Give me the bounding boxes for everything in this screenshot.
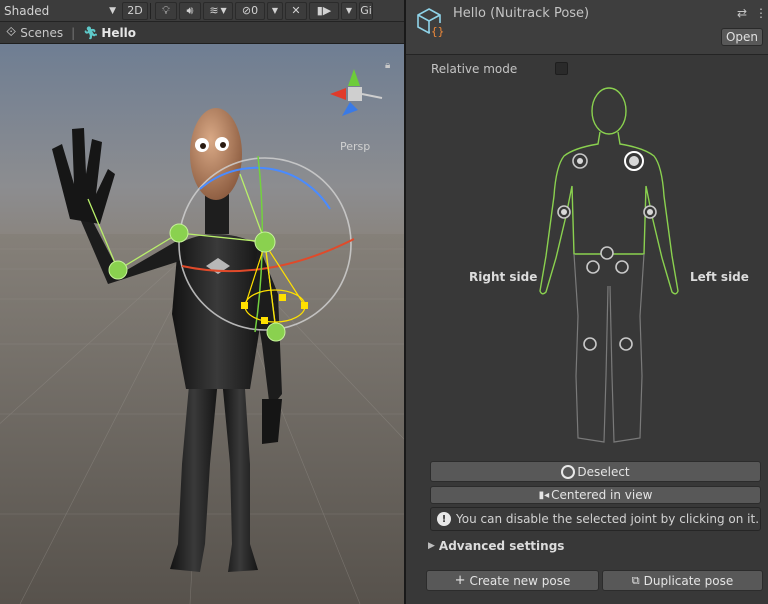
hint-box: ! You can disable the selected joint by … bbox=[430, 507, 761, 531]
visibility-dropdown[interactable]: ▼ bbox=[267, 1, 283, 20]
joint-left-hip bbox=[615, 260, 629, 274]
speaker-icon: 🔊︎ bbox=[186, 3, 194, 17]
chevron-down-icon: ▼ bbox=[271, 6, 279, 15]
scene-visibility-toggle[interactable]: ⊘ 0 bbox=[235, 1, 265, 20]
humanoid-icon: 🏃︎ bbox=[83, 25, 99, 40]
deselect-label: Deselect bbox=[577, 464, 630, 479]
breadcrumb-current[interactable]: 🏃︎ Hello bbox=[83, 26, 136, 40]
neck bbox=[205, 194, 229, 234]
centered-label: Centered in view bbox=[551, 488, 653, 502]
breadcrumb-current-label: Hello bbox=[101, 25, 137, 40]
duplicate-label: Duplicate pose bbox=[643, 573, 734, 588]
joint-right-knee bbox=[583, 337, 597, 351]
tools-toggle[interactable]: ✕ bbox=[285, 1, 307, 20]
hint-text: You can disable the selected joint by cl… bbox=[456, 512, 760, 526]
create-new-pose-button[interactable]: + Create new pose bbox=[426, 570, 599, 591]
effects-icon: ≋ bbox=[209, 4, 219, 17]
scene-viewport[interactable]: Persp 🔒︎ bbox=[0, 44, 404, 604]
joint-left-knee bbox=[619, 337, 633, 351]
info-icon: ! bbox=[437, 512, 451, 526]
avatar-lower-body bbox=[573, 253, 645, 443]
mode-2d-label: 2D bbox=[127, 4, 143, 17]
right-side-label: Right side bbox=[469, 270, 538, 284]
chevron-down-icon: ▼ bbox=[109, 5, 116, 16]
chevron-down-icon: ▼ bbox=[220, 6, 227, 15]
camera-icon: ▮▶ bbox=[316, 4, 332, 17]
gizmos-label: Gi bbox=[360, 4, 372, 17]
left-pupil bbox=[220, 142, 226, 148]
breadcrumb: ⟐ Scenes | 🏃︎ Hello bbox=[0, 22, 404, 44]
duplicate-icon: ⧉ bbox=[631, 573, 640, 587]
create-label: Create new pose bbox=[469, 573, 571, 588]
joint-left-shoulder-selected[interactable] bbox=[624, 151, 644, 171]
advanced-settings-label: Advanced settings bbox=[438, 539, 565, 553]
svg-text:{}: {} bbox=[431, 25, 444, 38]
breadcrumb-separator: | bbox=[71, 25, 76, 40]
lightbulb-icon: 💡︎ bbox=[162, 3, 170, 17]
left-side-label: Left side bbox=[690, 270, 749, 284]
relative-mode-checkbox[interactable] bbox=[555, 62, 568, 75]
duplicate-pose-button[interactable]: ⧉ Duplicate pose bbox=[602, 570, 763, 591]
triangle-right-icon: ▶ bbox=[428, 541, 435, 551]
effects-dropdown[interactable]: ≋ ▼ bbox=[203, 1, 233, 20]
avatar-silhouette bbox=[539, 87, 679, 443]
open-button[interactable]: Open bbox=[721, 28, 763, 46]
scene-toolbar: Shaded ▼ 2D 💡︎ 🔊︎ ≋ ▼ ⊘ 0 ▼ ✕ ▮▶ ▼ Gi bbox=[0, 0, 404, 22]
toolbar-divider bbox=[150, 2, 151, 19]
more-options-icon[interactable]: ⋮ bbox=[755, 6, 767, 20]
chevron-down-icon: ▼ bbox=[345, 6, 353, 15]
settings-sliders-icon[interactable]: ⇄ bbox=[737, 6, 747, 20]
torso bbox=[172, 234, 262, 389]
deselect-button[interactable]: Deselect bbox=[430, 461, 761, 482]
mode-2d-button[interactable]: 2D bbox=[122, 1, 148, 20]
joint-spine bbox=[600, 246, 614, 260]
audio-toggle[interactable]: 🔊︎ bbox=[179, 1, 201, 20]
camera-settings-dropdown[interactable]: ▼ bbox=[341, 1, 357, 20]
right-pupil bbox=[200, 143, 206, 149]
head bbox=[190, 108, 242, 200]
tools-icon: ✕ bbox=[291, 4, 301, 17]
inspector-header: {} Hello (Nuitrack Pose) ⇄ ⋮ Open bbox=[406, 0, 768, 55]
lock-icon[interactable]: 🔒︎ bbox=[385, 60, 390, 71]
lighting-toggle[interactable]: 💡︎ bbox=[155, 1, 177, 20]
unity-logo-icon: ⟐ bbox=[6, 25, 17, 40]
breadcrumb-scenes-label: Scenes bbox=[20, 25, 64, 40]
inspector-panel: {} Hello (Nuitrack Pose) ⇄ ⋮ Open Relati… bbox=[406, 0, 768, 604]
scriptable-object-icon: {} bbox=[417, 8, 444, 38]
camera-dropdown[interactable]: ▮▶ bbox=[309, 1, 339, 20]
projection-label[interactable]: Persp bbox=[340, 140, 370, 153]
advanced-settings-foldout[interactable]: ▶ Advanced settings bbox=[428, 539, 564, 553]
gizmos-dropdown[interactable]: Gi bbox=[359, 1, 373, 20]
camera-icon: ▮◂ bbox=[538, 489, 550, 501]
breadcrumb-scenes[interactable]: ⟐ Scenes bbox=[6, 25, 63, 40]
joint-right-hip bbox=[586, 260, 600, 274]
inspector-title: Hello (Nuitrack Pose) bbox=[453, 6, 590, 21]
shading-mode-label: Shaded bbox=[4, 3, 50, 18]
hidden-count: 0 bbox=[251, 4, 259, 17]
scene-render: Persp 🔒︎ bbox=[0, 44, 404, 604]
plus-icon: + bbox=[454, 573, 466, 588]
scene-view[interactable]: Shaded ▼ 2D 💡︎ 🔊︎ ≋ ▼ ⊘ 0 ▼ ✕ ▮▶ ▼ Gi ⟐ … bbox=[0, 0, 404, 604]
centered-in-view-button[interactable]: ▮◂ Centered in view bbox=[430, 486, 761, 504]
relative-mode-label: Relative mode bbox=[431, 62, 518, 76]
avatar-upper-body bbox=[539, 87, 679, 295]
eye-slash-icon: ⊘ bbox=[241, 4, 252, 17]
shading-mode-dropdown[interactable]: Shaded ▼ bbox=[0, 1, 120, 21]
circle-icon bbox=[561, 464, 576, 479]
